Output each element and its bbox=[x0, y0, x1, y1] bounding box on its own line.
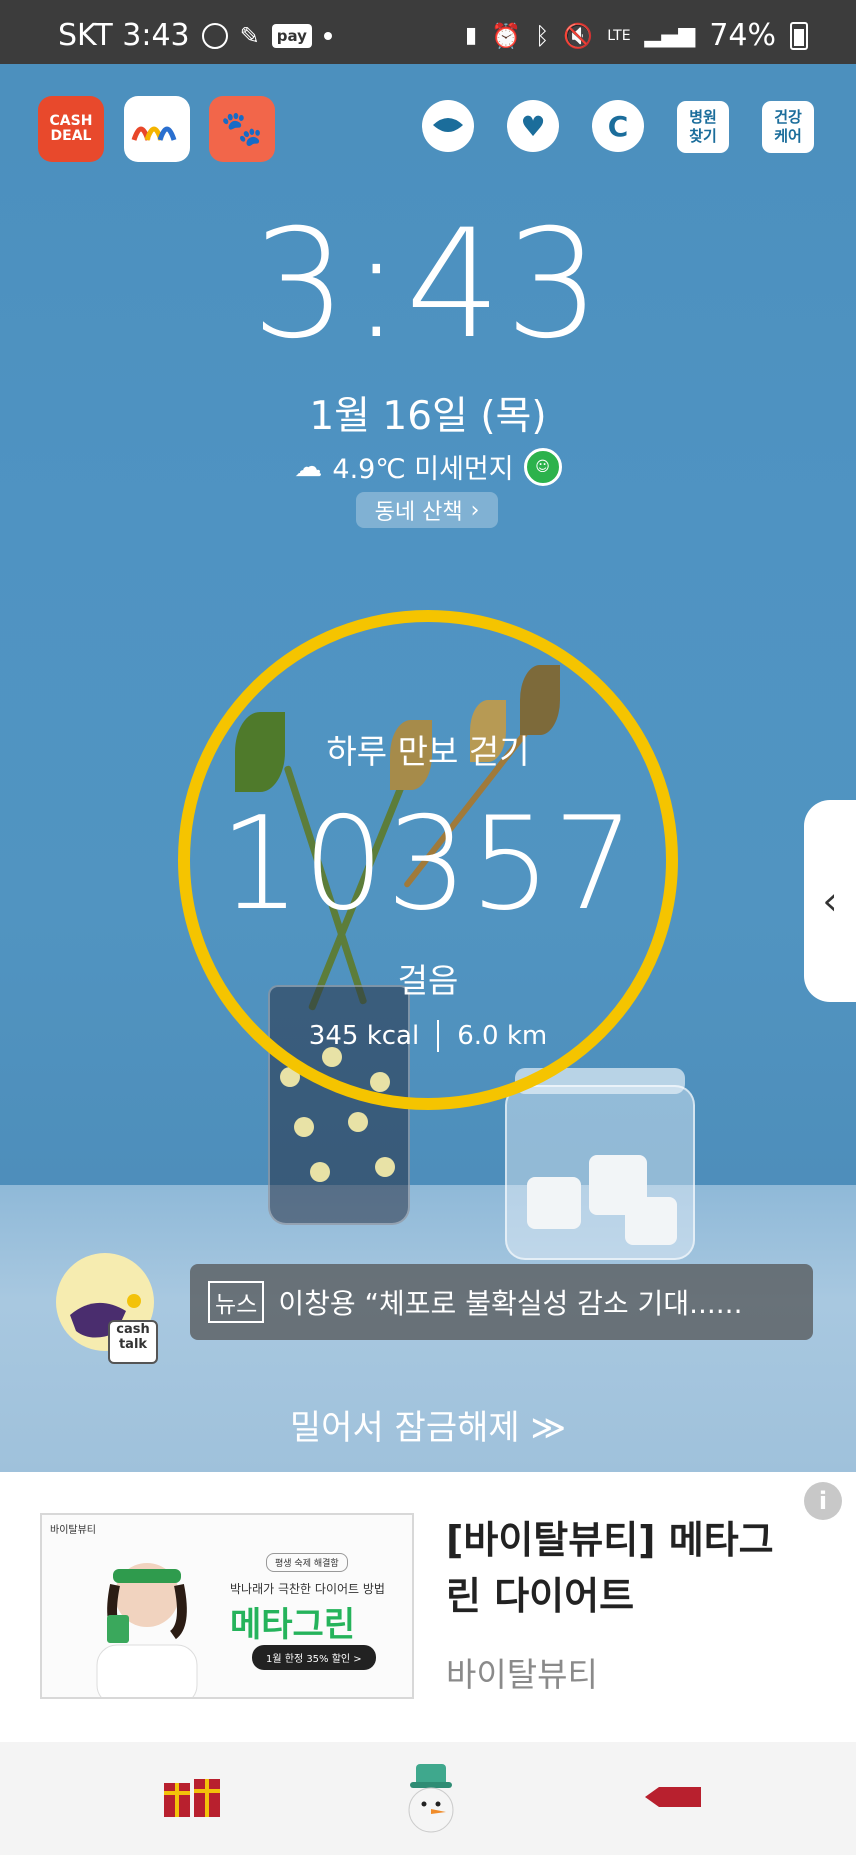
vase-flower bbox=[310, 1162, 330, 1182]
weather-row[interactable]: ☁ 4.9℃ 미세먼지 ☺ bbox=[0, 447, 856, 486]
health-care-button[interactable]: 건강 케어 bbox=[762, 101, 814, 153]
chevron-right-icon: › bbox=[470, 497, 480, 523]
bluetooth-icon: ᛒ bbox=[534, 21, 550, 50]
ad-banner[interactable]: i 바이탈뷰티 평생 숙제 해결함 박나래가 극찬한 다이어트 방법 메타그린 … bbox=[0, 1472, 856, 1742]
ad-image[interactable]: 바이탈뷰티 평생 숙제 해결함 박나래가 극찬한 다이어트 방법 메타그린 1월… bbox=[40, 1513, 414, 1699]
news-tag: 뉴스 bbox=[208, 1281, 265, 1323]
ad-image-tagline: 평생 숙제 해결함 bbox=[266, 1553, 348, 1572]
walking-icon bbox=[201, 22, 228, 49]
air-quality-good-icon: ☺ bbox=[523, 447, 562, 486]
vase-flower bbox=[375, 1157, 395, 1177]
news-headline: 이창용 “체포로 불확실성 감소 기대...... bbox=[278, 1287, 743, 1320]
step-count: 10357 bbox=[219, 790, 637, 939]
cashdeal-app-icon[interactable]: CASH DEAL bbox=[38, 96, 104, 162]
neighborhood-walk-button[interactable]: 동네 산책 › bbox=[356, 492, 498, 528]
cloud-icon: ☁ bbox=[294, 450, 323, 483]
status-right: ▮ ⏰ ᛒ 🔇 LTE ▂▄▆ 74% bbox=[465, 18, 808, 53]
news-ticker[interactable]: 뉴스 이창용 “체포로 불확실성 감소 기대...... bbox=[190, 1264, 813, 1340]
step-unit: 걸음 bbox=[397, 961, 459, 1000]
cashtalk-badge: cash talk bbox=[108, 1320, 158, 1364]
cashdeal-label: CASH DEAL bbox=[49, 113, 93, 144]
sugar-cube bbox=[625, 1197, 677, 1245]
status-bar: SKT 3:43 ✎ pay ▮ ⏰ ᛒ 🔇 LTE ▂▄▆ 74% bbox=[0, 0, 856, 64]
sugar-cube bbox=[527, 1177, 581, 1229]
ad-advertiser: 바이탈뷰티 bbox=[446, 1655, 598, 1694]
heart-info-glyph: ♥ bbox=[520, 109, 546, 143]
swipe-to-unlock[interactable]: 밀어서 잠금해제 ≫ bbox=[0, 1400, 856, 1449]
coin-glyph: C bbox=[607, 109, 629, 143]
tori-app-icon[interactable] bbox=[124, 96, 190, 162]
carrier-time: SKT 3:43 bbox=[58, 18, 190, 53]
coin-icon[interactable]: C bbox=[592, 100, 644, 152]
gift-icon[interactable] bbox=[162, 1773, 222, 1819]
mute-icon: 🔇 bbox=[563, 21, 594, 50]
chevron-left-icon: ‹ bbox=[822, 879, 838, 923]
mask-glyph-icon bbox=[433, 118, 463, 132]
stats-divider bbox=[437, 1020, 440, 1052]
lockscreen-date: 1월 16일 (목) bbox=[309, 394, 547, 439]
walk-button-label: 동네 산책 bbox=[374, 500, 463, 525]
paw-app-icon[interactable]: 🐾 bbox=[209, 96, 275, 162]
step-stats: 345 kcal 6.0 km bbox=[0, 1020, 856, 1052]
vase-flower bbox=[294, 1117, 314, 1137]
battery-saver-icon: ▮ bbox=[464, 23, 478, 48]
lte-icon: LTE bbox=[607, 27, 631, 44]
ad-info-icon[interactable]: i bbox=[804, 1482, 842, 1520]
hospital-search-button[interactable]: 병원 찾기 bbox=[677, 101, 729, 153]
notification-dot-icon bbox=[323, 31, 332, 40]
back-icon[interactable] bbox=[645, 1785, 701, 1809]
lockscreen-clock: 3:43 bbox=[251, 198, 605, 372]
battery-percent: 74% bbox=[709, 18, 776, 53]
ad-model-image bbox=[96, 1563, 198, 1697]
signal-icon: ▂▄▆ bbox=[644, 23, 696, 48]
paw-icon: 🐾 bbox=[220, 109, 264, 149]
mask-icon[interactable] bbox=[422, 100, 474, 152]
edge-panel-handle[interactable]: ‹ bbox=[804, 800, 856, 1002]
ad-image-product: 메타그린 bbox=[230, 1605, 356, 1645]
tori-logo-icon bbox=[131, 126, 177, 141]
snowman-icon[interactable] bbox=[404, 1762, 458, 1834]
distance-value: 6.0 km bbox=[457, 1021, 548, 1051]
calories-value: 345 kcal bbox=[308, 1021, 420, 1051]
pay-icon: pay bbox=[271, 23, 312, 48]
health-care-label: 건강 케어 bbox=[774, 108, 802, 145]
battery-icon bbox=[790, 21, 808, 50]
step-widget-title: 하루 만보 걷기 bbox=[326, 732, 530, 771]
glass-jar bbox=[505, 1085, 695, 1260]
ad-image-brand: 바이탈뷰티 bbox=[50, 1525, 96, 1536]
status-left: SKT 3:43 ✎ pay bbox=[58, 18, 332, 53]
feather-icon: ✎ bbox=[239, 21, 260, 50]
vase-flower bbox=[348, 1112, 368, 1132]
hospital-search-label: 병원 찾기 bbox=[689, 108, 717, 145]
ad-image-pill: 1월 한정 35% 할인 > bbox=[252, 1645, 376, 1670]
heart-info-icon[interactable]: ♥ bbox=[507, 100, 559, 152]
ad-image-line: 박나래가 극찬한 다이어트 방법 bbox=[230, 1582, 385, 1596]
weather-text: 4.9℃ 미세먼지 bbox=[332, 454, 514, 485]
ad-title[interactable]: [바이탈뷰티] 메타그린 다이어트 bbox=[446, 1512, 796, 1624]
alarm-icon: ⏰ bbox=[491, 21, 521, 50]
